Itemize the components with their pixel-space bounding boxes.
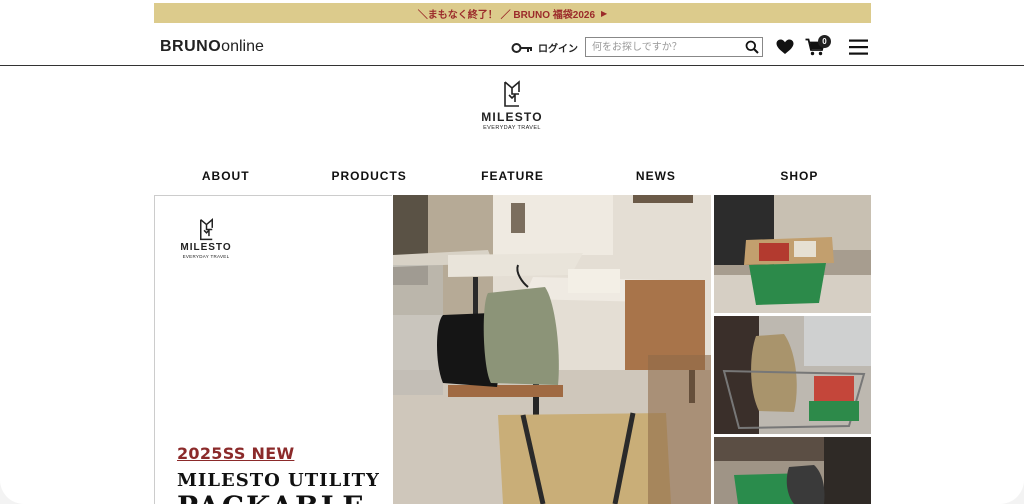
hero-text-panel[interactable]: MILESTO EVERYDAY TRAVEL 2025SS NEW MILES…: [154, 195, 392, 504]
milesto-mark-icon: [199, 218, 213, 241]
hero-season-label: 2025SS NEW: [177, 444, 295, 463]
hero-main-image[interactable]: [393, 195, 711, 504]
nav-item-news[interactable]: NEWS: [584, 166, 727, 186]
favorites-button[interactable]: [776, 39, 794, 60]
nav-item-products[interactable]: PRODUCTS: [297, 166, 440, 186]
brand-tagline: EVERYDAY TRAVEL: [483, 125, 541, 131]
search-input[interactable]: [586, 38, 742, 56]
login-label: ログイン: [538, 44, 578, 55]
announcement-bar[interactable]: ＼まもなく終了！ ／ BRUNO 福袋2026 ▶: [154, 3, 871, 23]
thumbnail-column: [714, 195, 871, 504]
logo-suffix: online: [221, 38, 264, 55]
announcement-text[interactable]: ＼まもなく終了！ ／ BRUNO 福袋2026: [418, 6, 595, 21]
hero-brand-logo: MILESTO EVERYDAY TRAVEL: [173, 218, 239, 259]
thumbnail-1[interactable]: [714, 195, 871, 313]
thumbnail-2[interactable]: [714, 316, 871, 434]
basket-photo-1: [714, 195, 871, 313]
bruno-online-logo[interactable]: BRUNOonline: [160, 38, 264, 56]
hero-title-line2: PACKABLE: [177, 490, 366, 504]
hero-title-line1: MILESTO UTILITY: [177, 470, 380, 491]
page: ＼まもなく終了！ ／ BRUNO 福袋2026 ▶ BRUNOonline ログ…: [0, 0, 1024, 504]
heart-icon: [776, 39, 794, 54]
milesto-mark-icon: [504, 80, 520, 107]
brand-name: MILESTO: [481, 110, 543, 124]
search-box: [585, 37, 763, 57]
milesto-logo[interactable]: MILESTO EVERYDAY TRAVEL: [470, 80, 554, 131]
hero-section: MILESTO EVERYDAY TRAVEL 2025SS NEW MILES…: [154, 195, 871, 504]
site-header: BRUNOonline ログイン 何をお探しですか？ 0: [0, 26, 1024, 66]
thumbnail-3[interactable]: [714, 437, 871, 504]
nav-item-shop[interactable]: SHOP: [728, 166, 871, 186]
menu-icon: [849, 39, 868, 55]
main-nav: ABOUT PRODUCTS FEATURE NEWS SHOP: [154, 166, 871, 186]
cart-photo-2: [714, 316, 871, 434]
hero-brand-tagline: EVERYDAY TRAVEL: [182, 254, 230, 259]
nav-item-feature[interactable]: FEATURE: [441, 166, 584, 186]
cafe-bags-photo: [393, 195, 711, 504]
cart-count-badge: 0: [818, 35, 831, 48]
cart-button[interactable]: 0: [805, 35, 831, 61]
hero-brand-name: MILESTO: [180, 242, 232, 253]
key-icon: [511, 42, 532, 53]
logo-main: BRUNO: [160, 38, 222, 55]
search-icon: [745, 40, 759, 54]
nav-item-about[interactable]: ABOUT: [154, 166, 297, 186]
menu-button[interactable]: [849, 39, 868, 60]
login-link[interactable]: ログイン: [511, 40, 578, 55]
search-button[interactable]: [742, 38, 762, 56]
basket-photo-3: [714, 437, 871, 504]
arrow-right-icon: ▶: [601, 8, 608, 18]
